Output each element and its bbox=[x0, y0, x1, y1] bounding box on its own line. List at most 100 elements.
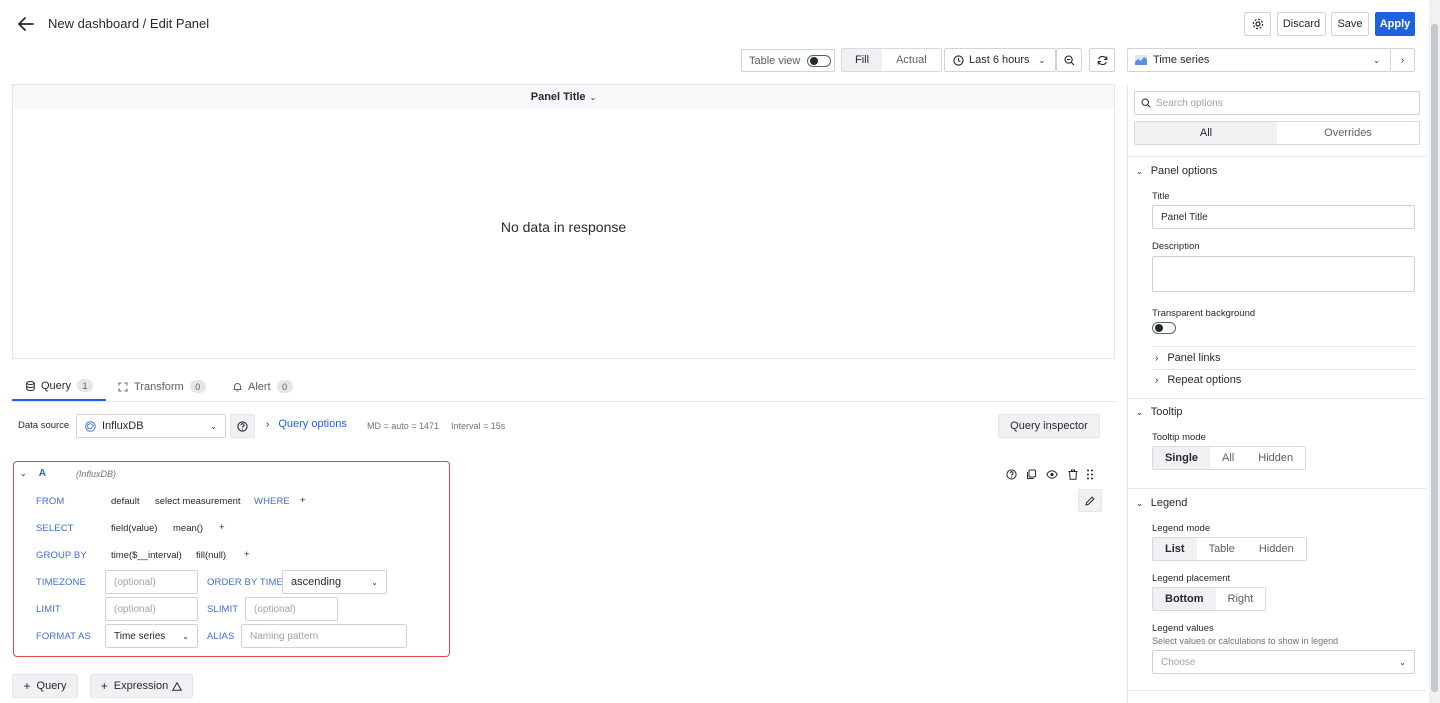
tooltip-header[interactable]: ⌄ Tooltip bbox=[1136, 406, 1183, 418]
panel-links-title: Panel links bbox=[1167, 352, 1221, 364]
plus-icon: + bbox=[23, 679, 31, 693]
table-view-label: Table view bbox=[749, 54, 801, 67]
tooltip-mode-single[interactable]: Single bbox=[1153, 447, 1211, 469]
bell-icon bbox=[233, 382, 242, 392]
datasource-label: Data source bbox=[18, 420, 70, 431]
query-inspector-button[interactable]: Query inspector bbox=[998, 414, 1100, 438]
limit-input[interactable]: (optional) bbox=[105, 597, 198, 621]
groupby-time[interactable]: time($__interval) bbox=[111, 550, 182, 561]
search-icon bbox=[1141, 98, 1151, 108]
actual-option[interactable]: Actual bbox=[882, 49, 941, 71]
tab-query[interactable]: Query 1 bbox=[12, 372, 106, 401]
select-add-button[interactable]: + bbox=[219, 522, 225, 533]
panel-preview: Panel Title ⌄ No data in response bbox=[12, 84, 1115, 359]
description-textarea[interactable] bbox=[1152, 256, 1415, 292]
select-field[interactable]: field(value) bbox=[111, 523, 157, 534]
legend-header[interactable]: ⌄ Legend bbox=[1136, 497, 1187, 509]
datasource-picker[interactable]: InfluxDB ⌄ bbox=[76, 414, 226, 438]
options-tab-all[interactable]: All bbox=[1135, 122, 1277, 144]
timezone-input[interactable]: (optional) bbox=[105, 570, 198, 594]
slimit-keyword: SLIMIT bbox=[207, 604, 239, 615]
datasource-value: InfluxDB bbox=[102, 420, 144, 432]
alias-keyword: ALIAS bbox=[207, 631, 235, 642]
timezone-keyword: TIMEZONE bbox=[36, 577, 86, 588]
legend-values-select[interactable]: Choose ⌄ bbox=[1152, 650, 1415, 674]
collapse-options-button[interactable]: › bbox=[1390, 48, 1415, 72]
add-expression-button[interactable]: + Expression bbox=[90, 674, 193, 698]
chevron-down-icon[interactable]: ⌄ bbox=[20, 469, 27, 478]
options-scrollbar[interactable] bbox=[1429, 0, 1440, 703]
timeseries-icon bbox=[1135, 55, 1147, 65]
options-pane-divider bbox=[1127, 84, 1128, 703]
query-row-header[interactable]: ⌄ A (InfluxDB) bbox=[20, 468, 116, 479]
query-ref-id[interactable]: A bbox=[39, 468, 46, 479]
save-button[interactable]: Save bbox=[1331, 12, 1369, 36]
apply-button[interactable]: Apply bbox=[1375, 12, 1415, 36]
trash-icon[interactable] bbox=[1066, 467, 1080, 481]
format-select[interactable]: Time series ⌄ bbox=[105, 624, 198, 648]
tooltip-mode-hidden[interactable]: Hidden bbox=[1246, 447, 1305, 469]
add-query-button[interactable]: + Query bbox=[12, 674, 78, 698]
datasource-help-button[interactable] bbox=[230, 414, 255, 438]
chevron-down-icon: ⌄ bbox=[182, 631, 189, 641]
groupby-add-button[interactable]: + bbox=[244, 549, 250, 560]
slimit-input[interactable]: (optional) bbox=[245, 597, 338, 621]
toggle-switch[interactable] bbox=[807, 54, 832, 67]
repeat-options-header[interactable]: › Repeat options bbox=[1155, 374, 1241, 386]
query-help-icon[interactable] bbox=[1004, 467, 1018, 481]
search-options-input[interactable]: Search options bbox=[1134, 91, 1420, 115]
pencil-icon bbox=[1085, 495, 1095, 506]
time-range-picker[interactable]: Last 6 hours ⌄ bbox=[944, 48, 1056, 72]
repeat-options-title: Repeat options bbox=[1167, 374, 1242, 386]
legend-mode-label: Legend mode bbox=[1152, 523, 1211, 534]
tab-alert[interactable]: Alert 0 bbox=[233, 372, 293, 401]
chevron-down-icon: ⌄ bbox=[1399, 657, 1406, 667]
raw-query-edit-button[interactable] bbox=[1078, 489, 1102, 512]
select-function[interactable]: mean() bbox=[173, 523, 203, 534]
query-options-interval: Interval = 15s bbox=[451, 421, 506, 431]
tooltip-mode-all[interactable]: All bbox=[1210, 447, 1246, 469]
query-options-label: Query options bbox=[278, 418, 347, 430]
panel-options-header[interactable]: ⌄ Panel options bbox=[1136, 165, 1217, 177]
legend-mode-table[interactable]: Table bbox=[1197, 538, 1247, 560]
from-policy[interactable]: default bbox=[111, 496, 140, 507]
options-divider bbox=[1152, 369, 1415, 370]
drag-handle-icon[interactable] bbox=[1083, 467, 1097, 481]
fill-option[interactable]: Fill bbox=[842, 49, 883, 71]
options-divider bbox=[1128, 488, 1426, 489]
groupby-fill[interactable]: fill(null) bbox=[196, 550, 226, 561]
duplicate-query-icon[interactable] bbox=[1024, 467, 1038, 481]
from-measurement[interactable]: select measurement bbox=[155, 496, 241, 507]
options-tab-overrides[interactable]: Overrides bbox=[1277, 122, 1419, 144]
refresh-button[interactable] bbox=[1089, 48, 1115, 72]
options-scroll-thumb[interactable] bbox=[1431, 24, 1438, 692]
zoom-out-button[interactable] bbox=[1056, 48, 1082, 72]
legend-mode-list[interactable]: List bbox=[1153, 538, 1197, 560]
back-arrow-icon[interactable] bbox=[16, 14, 36, 34]
title-input[interactable]: Panel Title bbox=[1152, 205, 1415, 229]
where-add-button[interactable]: + bbox=[300, 495, 306, 506]
legend-placement-right[interactable]: Right bbox=[1216, 588, 1266, 610]
table-view-toggle[interactable]: Table view bbox=[741, 49, 835, 72]
chevron-down-icon: ⌄ bbox=[1038, 55, 1046, 65]
chevron-down-icon: ⌄ bbox=[210, 421, 217, 431]
visualization-picker[interactable]: Time series ⌄ bbox=[1127, 48, 1391, 72]
panel-header[interactable]: Panel Title ⌄ bbox=[13, 85, 1114, 109]
legend-mode-hidden[interactable]: Hidden bbox=[1247, 538, 1306, 560]
fill-actual-toggle[interactable]: Fill Actual bbox=[841, 48, 942, 72]
tab-transform[interactable]: Transform 0 bbox=[118, 372, 206, 401]
panel-title: Panel Title bbox=[530, 91, 586, 103]
alias-input[interactable]: Naming pattern bbox=[241, 624, 407, 648]
panel-links-header[interactable]: › Panel links bbox=[1155, 352, 1221, 364]
no-data-message: No data in response bbox=[500, 219, 627, 235]
settings-button[interactable] bbox=[1244, 12, 1271, 36]
orderby-select[interactable]: ascending ⌄ bbox=[282, 570, 387, 594]
legend-placement-bottom[interactable]: Bottom bbox=[1153, 588, 1216, 610]
select-keyword: SELECT bbox=[36, 523, 74, 534]
eye-icon[interactable] bbox=[1045, 467, 1059, 481]
discard-button[interactable]: Discard bbox=[1277, 12, 1326, 36]
transparent-bg-toggle[interactable] bbox=[1152, 322, 1176, 334]
refresh-icon bbox=[1097, 55, 1108, 66]
chevron-right-icon: › bbox=[1155, 374, 1159, 386]
query-options-toggle[interactable]: › Query options bbox=[266, 418, 347, 430]
